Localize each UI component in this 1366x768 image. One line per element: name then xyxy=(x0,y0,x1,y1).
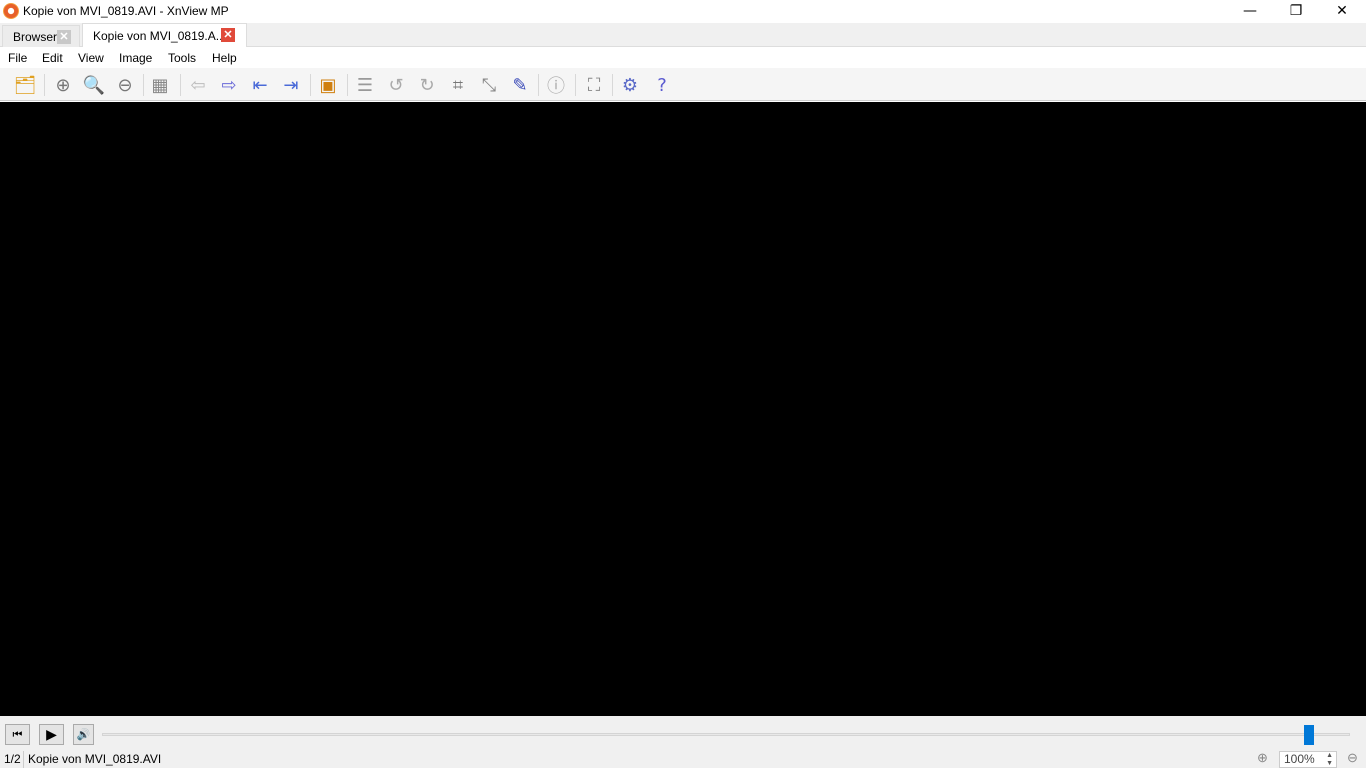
player-controls: ⏮ ▶ 🔊 xyxy=(0,716,1366,751)
restore-button[interactable]: ❐ xyxy=(1273,0,1319,23)
crop-icon[interactable]: ⌗ xyxy=(446,73,470,97)
play-button[interactable]: ▶ xyxy=(39,724,64,745)
last-icon[interactable]: ⇥ xyxy=(279,73,303,97)
menu-edit[interactable]: Edit xyxy=(42,51,63,65)
zoom-out-icon[interactable]: ⊖ xyxy=(113,73,137,97)
toolbar-separator xyxy=(310,74,311,96)
seek-slider-handle[interactable] xyxy=(1303,725,1314,745)
grid-icon[interactable]: ▦ xyxy=(148,73,172,97)
edit-text-icon[interactable]: ✎ xyxy=(508,73,532,97)
rewind-button[interactable]: ⏮ xyxy=(5,724,30,745)
file-index: 1/2 xyxy=(4,752,21,766)
fullscreen-icon[interactable]: ⛶ xyxy=(582,73,606,97)
title-bar: Kopie von MVI_0819.AVI - XnView MP — ❐ ✕ xyxy=(0,0,1366,23)
close-tab-icon[interactable]: ✕ xyxy=(57,30,71,44)
zoom-in-icon[interactable]: ⊕ xyxy=(1257,750,1268,766)
toolbar-separator xyxy=(347,74,348,96)
toolbar: 🗂 ⊕ 🔍 ⊖ ▦ ⇦ ⇨ ⇤ ⇥ ▣ ☰ ↺ ↻ ⌗ ⤡ ✎ ⓘ ⛶ ⚙? xyxy=(0,68,1366,101)
zoom-level-field[interactable]: 100% ▲ ▼ xyxy=(1279,751,1337,768)
tab-label: Browser xyxy=(13,30,58,44)
previous-icon[interactable]: ⇦ xyxy=(186,73,210,97)
tab-browser[interactable]: Browser ✕ xyxy=(2,25,80,47)
menu-help[interactable]: Help xyxy=(212,51,237,65)
resize-icon[interactable]: ⤡ xyxy=(477,73,501,97)
tab-label: Kopie von MVI_0819.A... xyxy=(93,29,226,43)
adjust-icon[interactable]: ☰ xyxy=(353,73,377,97)
settings-icon[interactable]: ⚙ xyxy=(618,73,642,97)
zoom-spinner[interactable]: ▲ ▼ xyxy=(1326,752,1333,768)
next-icon[interactable]: ⇨ xyxy=(217,73,241,97)
help-icon[interactable]: ? xyxy=(650,73,674,97)
rotate-right-icon[interactable]: ↻ xyxy=(415,73,439,97)
menu-bar: File Edit View Image Tools Help xyxy=(0,47,1366,68)
slideshow-icon[interactable]: ▣ xyxy=(316,73,340,97)
xnview-logo-icon xyxy=(3,3,19,19)
zoom-out-icon[interactable]: ⊖ xyxy=(1347,750,1358,766)
volume-button[interactable]: 🔊 xyxy=(73,724,94,745)
toolbar-separator xyxy=(143,74,144,96)
tab-video[interactable]: Kopie von MVI_0819.A... ✕ xyxy=(82,23,247,48)
menu-file[interactable]: File xyxy=(8,51,27,65)
divider xyxy=(23,751,24,768)
window-title: Kopie von MVI_0819.AVI - XnView MP xyxy=(23,4,229,18)
file-name: Kopie von MVI_0819.AVI xyxy=(28,752,162,766)
close-button[interactable]: ✕ xyxy=(1319,0,1365,23)
menu-tools[interactable]: Tools xyxy=(168,51,196,65)
folders-icon[interactable]: 🗂 xyxy=(13,73,37,97)
toolbar-separator xyxy=(538,74,539,96)
video-viewer[interactable] xyxy=(0,102,1366,716)
minimize-button[interactable]: — xyxy=(1227,0,1273,23)
toolbar-separator xyxy=(575,74,576,96)
tab-bar: Browser ✕ Kopie von MVI_0819.A... ✕ xyxy=(0,23,1366,48)
rotate-left-icon[interactable]: ↺ xyxy=(384,73,408,97)
info-icon[interactable]: ⓘ xyxy=(544,73,568,97)
menu-image[interactable]: Image xyxy=(119,51,152,65)
menu-view[interactable]: View xyxy=(78,51,104,65)
first-icon[interactable]: ⇤ xyxy=(248,73,272,97)
zoom-in-icon[interactable]: ⊕ xyxy=(51,73,75,97)
toolbar-separator xyxy=(612,74,613,96)
seek-slider[interactable] xyxy=(102,733,1350,736)
toolbar-separator xyxy=(44,74,45,96)
close-tab-icon[interactable]: ✕ xyxy=(221,28,235,42)
zoom-value: 100% xyxy=(1284,752,1315,766)
toolbar-separator xyxy=(180,74,181,96)
zoom-1to1-icon[interactable]: 🔍 xyxy=(82,73,106,97)
status-bar: 1/2 Kopie von MVI_0819.AVI ⊕ 100% ▲ ▼ ⊖ xyxy=(0,750,1366,768)
